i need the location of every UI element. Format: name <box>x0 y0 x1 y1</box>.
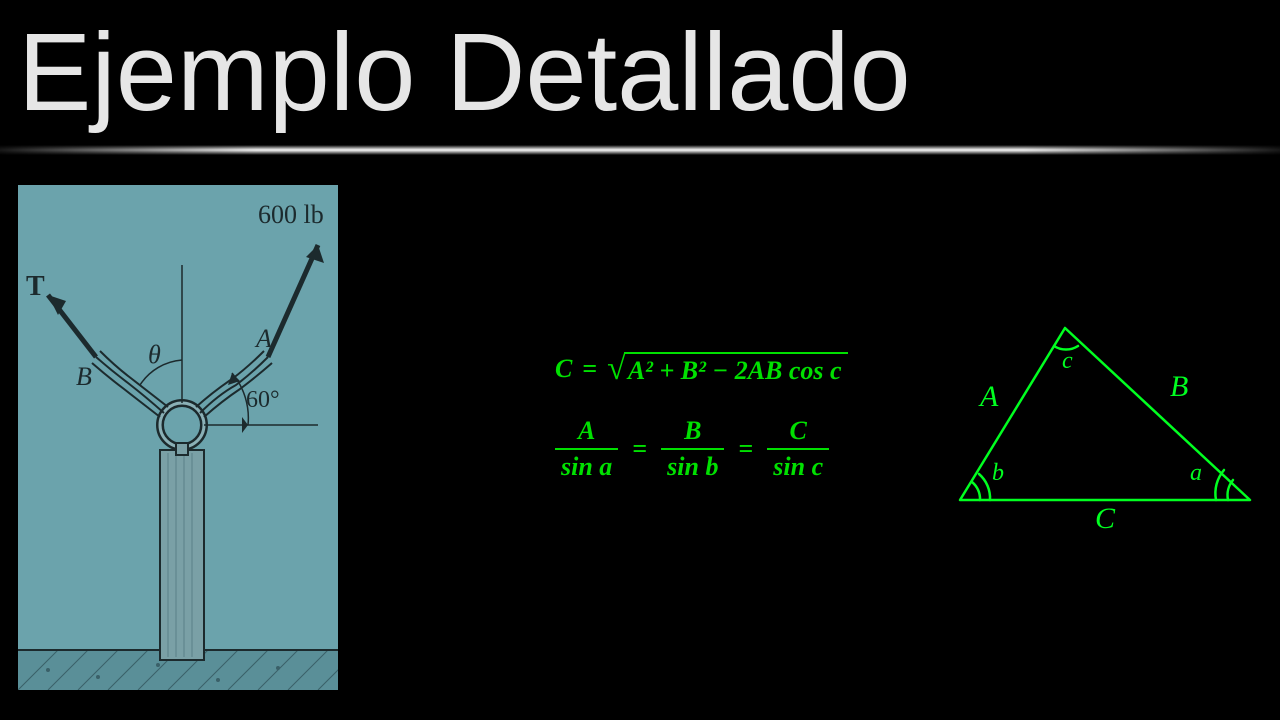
cos-lhs: C <box>555 354 572 384</box>
den-c: sin c <box>767 448 829 482</box>
num-B: B <box>678 416 707 448</box>
frac-A: A sin a <box>555 416 618 482</box>
sqrt-wrap: √ A² + B² − 2AB cos c <box>607 350 847 388</box>
law-of-sines: A sin a = B sin b = C sin c <box>555 416 848 482</box>
eq2: = <box>738 434 753 464</box>
figure-svg: 600 lb T A B θ 60° <box>18 185 338 690</box>
side-B-label: B <box>1170 370 1188 404</box>
tension-label: T <box>26 271 45 302</box>
side-A-label: A <box>980 380 998 414</box>
triangle-svg <box>950 310 1260 530</box>
den-a: sin a <box>555 448 618 482</box>
cos-eq: = <box>582 354 597 384</box>
theta-label: θ <box>148 340 161 369</box>
title-bar: Ejemplo Detallado <box>0 0 1280 145</box>
num-A: A <box>572 416 601 448</box>
frac-B: B sin b <box>661 416 724 482</box>
formulas-block: C = √ A² + B² − 2AB cos c A sin a = B si… <box>555 350 848 482</box>
frac-C: C sin c <box>767 416 829 482</box>
rope-a-label: A <box>254 324 272 353</box>
angle-c-label: c <box>1062 348 1073 375</box>
triangle-sketch: A B C a b c <box>950 310 1260 530</box>
side-C-label: C <box>1095 502 1115 536</box>
page-title: Ejemplo Detallado <box>18 18 911 128</box>
force-label: 600 lb <box>258 200 324 229</box>
num-C: C <box>784 416 813 448</box>
cos-rhs: A² + B² − 2AB cos c <box>624 352 848 386</box>
angle-60-label: 60° <box>246 387 280 413</box>
eq1: = <box>632 434 647 464</box>
den-b: sin b <box>661 448 724 482</box>
problem-figure: 600 lb T A B θ 60° <box>18 185 338 690</box>
content-area: 600 lb T A B θ 60° C = √ A² + B² − 2AB c… <box>0 155 1280 720</box>
law-of-cosines: C = √ A² + B² − 2AB cos c <box>555 350 848 388</box>
angle-a-label: a <box>1190 460 1202 487</box>
angle-b-label: b <box>992 460 1004 487</box>
rope-b-label: B <box>76 362 92 391</box>
title-divider <box>0 145 1280 155</box>
